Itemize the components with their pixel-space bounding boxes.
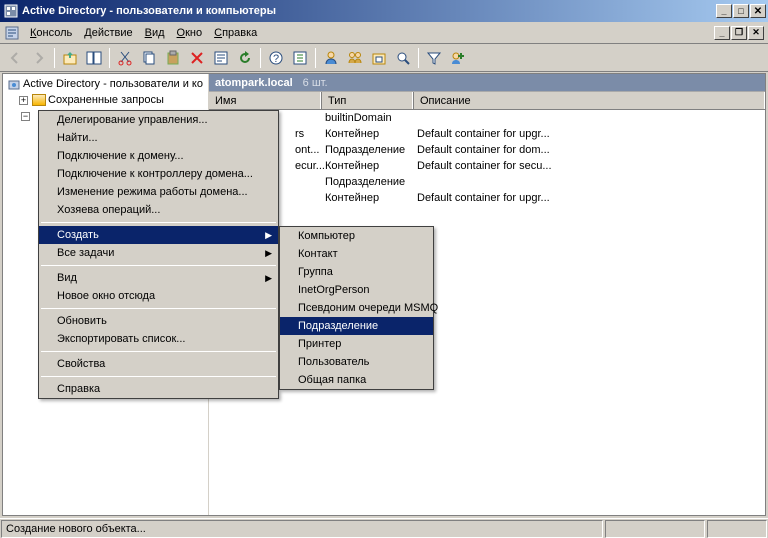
menu-action[interactable]: Действие xyxy=(78,25,138,41)
submenu-item[interactable]: InetOrgPerson xyxy=(280,281,433,299)
address-bar: atompark.local 6 шт. xyxy=(209,74,765,92)
add-to-group-button[interactable] xyxy=(447,47,469,69)
expand-icon[interactable]: − xyxy=(21,112,30,121)
status-text-panel: Создание нового объекта... xyxy=(1,520,603,538)
submenu-arrow-icon: ▶ xyxy=(265,230,272,241)
toolbar: ? xyxy=(0,44,768,72)
list-row[interactable]: ecur...КонтейнерDefault container for se… xyxy=(209,158,765,174)
menu-item[interactable]: Изменение режима работы домена... xyxy=(39,183,278,201)
col-desc[interactable]: Описание xyxy=(413,92,765,109)
paste-button[interactable] xyxy=(162,47,184,69)
menu-item[interactable]: Экспортировать список... xyxy=(39,330,278,348)
menu-item[interactable]: Хозяева операций... xyxy=(39,201,278,219)
mdi-restore-button[interactable]: ❐ xyxy=(731,26,747,40)
menu-item[interactable]: Новое окно отсюда xyxy=(39,287,278,305)
submenu-item[interactable]: Подразделение xyxy=(280,317,433,335)
close-button[interactable]: ✕ xyxy=(750,4,766,18)
statusbar: Создание нового объекта... xyxy=(0,518,768,538)
tree-item-saved-queries[interactable]: + Сохраненные запросы xyxy=(3,92,208,108)
menu-separator xyxy=(41,222,276,223)
menu-help[interactable]: Справка xyxy=(208,25,263,41)
menu-separator xyxy=(41,265,276,266)
list-header: Имя Тип Описание xyxy=(209,92,765,110)
submenu-item[interactable]: Пользователь xyxy=(280,353,433,371)
item-count: 6 шт. xyxy=(303,77,328,89)
col-type[interactable]: Тип xyxy=(321,92,413,109)
filter-button[interactable] xyxy=(423,47,445,69)
menu-item[interactable]: Свойства xyxy=(39,355,278,373)
mdi-app-icon xyxy=(4,25,20,41)
folder-icon xyxy=(32,94,46,106)
tree-root-label: Active Directory - пользователи и ко xyxy=(23,78,203,90)
submenu-item[interactable]: Компьютер xyxy=(280,227,433,245)
menu-item[interactable]: Вид▶ xyxy=(39,269,278,287)
menu-separator xyxy=(41,351,276,352)
app-icon xyxy=(4,4,18,18)
menu-item[interactable]: Справка xyxy=(39,380,278,398)
ad-root-icon xyxy=(7,77,21,91)
list-row[interactable]: builtinDomain xyxy=(209,110,765,126)
maximize-button[interactable]: □ xyxy=(733,4,749,18)
new-group-button[interactable] xyxy=(344,47,366,69)
menu-item[interactable]: Создать▶ xyxy=(39,226,278,244)
submenu-item[interactable]: Принтер xyxy=(280,335,433,353)
copy-button[interactable] xyxy=(138,47,160,69)
up-button[interactable] xyxy=(59,47,81,69)
list-row[interactable]: ont...ПодразделениеDefault container for… xyxy=(209,142,765,158)
menu-item[interactable]: Обновить xyxy=(39,312,278,330)
col-name[interactable]: Имя xyxy=(209,92,321,109)
submenu-item[interactable]: Псевдоним очереди MSMQ xyxy=(280,299,433,317)
window-titlebar: Active Directory - пользователи и компью… xyxy=(0,0,768,22)
svg-text:?: ? xyxy=(273,53,279,65)
menubar: Консоль Действие Вид Окно Справка _ ❐ ✕ xyxy=(0,22,768,44)
menu-item[interactable]: Все задачи▶ xyxy=(39,244,278,262)
submenu-arrow-icon: ▶ xyxy=(265,248,272,259)
menu-item[interactable]: Подключение к домену... xyxy=(39,147,278,165)
submenu-item[interactable]: Группа xyxy=(280,263,433,281)
show-hide-tree-button[interactable] xyxy=(83,47,105,69)
mdi-close-button[interactable]: ✕ xyxy=(748,26,764,40)
forward-button[interactable] xyxy=(28,47,50,69)
cut-button[interactable] xyxy=(114,47,136,69)
submenu-create[interactable]: КомпьютерКонтактГруппаInetOrgPersonПсевд… xyxy=(279,226,434,390)
new-ou-button[interactable] xyxy=(368,47,390,69)
export-button[interactable] xyxy=(289,47,311,69)
menu-view[interactable]: Вид xyxy=(139,25,171,41)
expand-icon[interactable]: + xyxy=(19,96,28,105)
back-button[interactable] xyxy=(4,47,26,69)
list-row[interactable]: rsКонтейнерDefault container for upgr... xyxy=(209,126,765,142)
menu-console[interactable]: Консоль xyxy=(24,25,78,41)
status-panel-3 xyxy=(707,520,767,538)
tree-root[interactable]: Active Directory - пользователи и ко xyxy=(3,76,208,92)
menu-item[interactable]: Найти... xyxy=(39,129,278,147)
minimize-button[interactable]: _ xyxy=(716,4,732,18)
status-panel-2 xyxy=(605,520,705,538)
find-button[interactable] xyxy=(392,47,414,69)
delete-button[interactable] xyxy=(186,47,208,69)
menu-item[interactable]: Делегирование управления... xyxy=(39,111,278,129)
help-button[interactable]: ? xyxy=(265,47,287,69)
submenu-item[interactable]: Общая папка xyxy=(280,371,433,389)
tree-item-label: Сохраненные запросы xyxy=(48,94,164,106)
new-user-button[interactable] xyxy=(320,47,342,69)
menu-window[interactable]: Окно xyxy=(171,25,209,41)
mdi-minimize-button[interactable]: _ xyxy=(714,26,730,40)
context-menu[interactable]: Делегирование управления...Найти...Подкл… xyxy=(38,110,279,399)
submenu-arrow-icon: ▶ xyxy=(265,273,272,284)
menu-separator xyxy=(41,308,276,309)
list-row[interactable]: Подразделение xyxy=(209,174,765,190)
menu-separator xyxy=(41,376,276,377)
submenu-item[interactable]: Контакт xyxy=(280,245,433,263)
list-row[interactable]: КонтейнерDefault container for upgr... xyxy=(209,190,765,206)
properties-button[interactable] xyxy=(210,47,232,69)
menu-item[interactable]: Подключение к контроллеру домена... xyxy=(39,165,278,183)
address-path: atompark.local xyxy=(215,77,293,89)
window-title: Active Directory - пользователи и компью… xyxy=(2,4,716,18)
refresh-button[interactable] xyxy=(234,47,256,69)
